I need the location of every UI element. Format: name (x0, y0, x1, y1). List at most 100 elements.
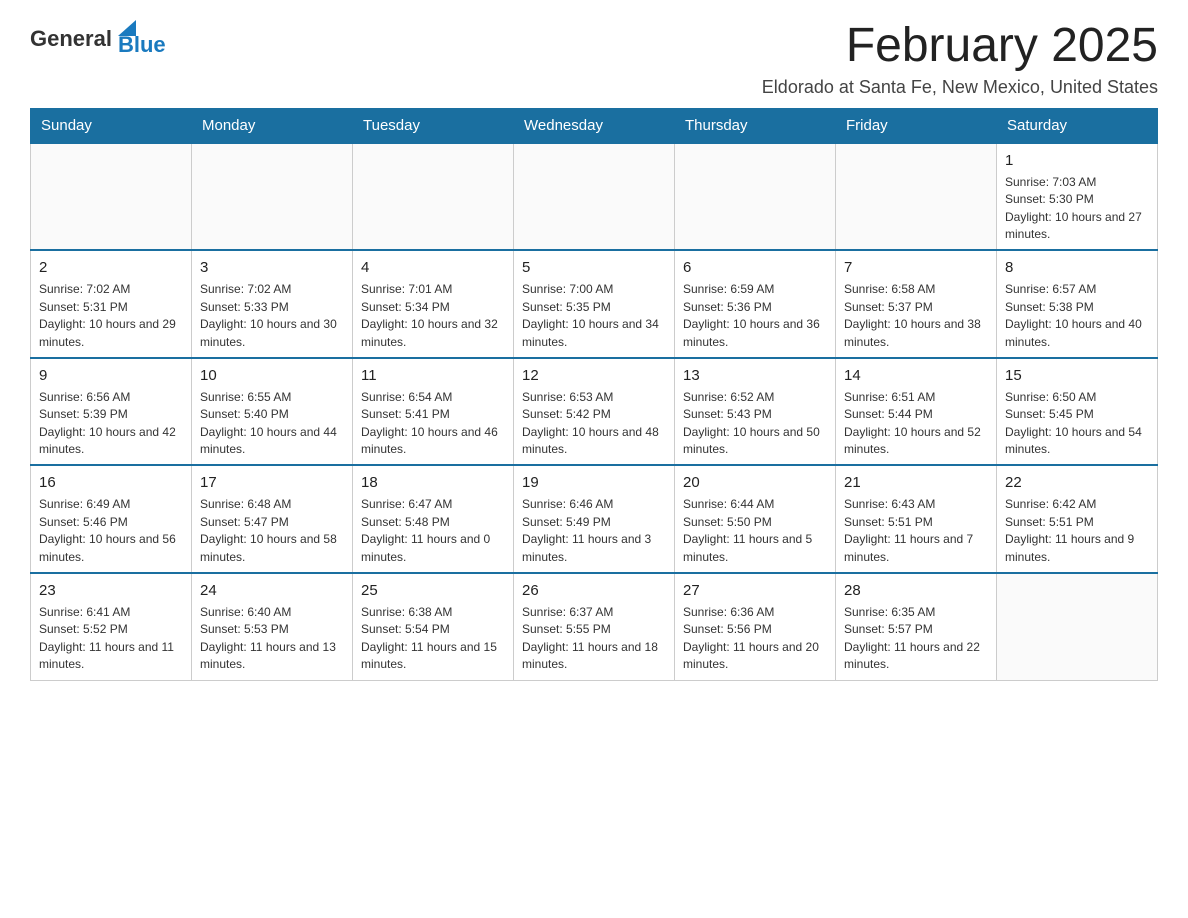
calendar-cell-w1-d5 (675, 143, 836, 251)
week-row-5: 23 Sunrise: 6:41 AMSunset: 5:52 PMDayligh… (31, 573, 1158, 680)
day-info: Sunrise: 6:52 AMSunset: 5:43 PMDaylight:… (683, 389, 827, 459)
day-number: 27 (683, 580, 827, 601)
page-header: General Blue February 2025 Eldorado at S… (30, 20, 1158, 98)
day-number: 1 (1005, 150, 1149, 171)
day-info: Sunrise: 6:42 AMSunset: 5:51 PMDaylight:… (1005, 496, 1149, 566)
col-tuesday: Tuesday (353, 108, 514, 143)
day-info: Sunrise: 6:58 AMSunset: 5:37 PMDaylight:… (844, 281, 988, 351)
week-row-4: 16 Sunrise: 6:49 AMSunset: 5:46 PMDayligh… (31, 465, 1158, 573)
day-info: Sunrise: 6:40 AMSunset: 5:53 PMDaylight:… (200, 604, 344, 674)
day-info: Sunrise: 6:54 AMSunset: 5:41 PMDaylight:… (361, 389, 505, 459)
day-info: Sunrise: 6:49 AMSunset: 5:46 PMDaylight:… (39, 496, 183, 566)
day-number: 24 (200, 580, 344, 601)
day-number: 20 (683, 472, 827, 493)
day-number: 23 (39, 580, 183, 601)
day-info: Sunrise: 7:03 AMSunset: 5:30 PMDaylight:… (1005, 174, 1149, 244)
day-number: 3 (200, 257, 344, 278)
calendar-cell-w1-d6 (836, 143, 997, 251)
day-info: Sunrise: 6:43 AMSunset: 5:51 PMDaylight:… (844, 496, 988, 566)
day-number: 4 (361, 257, 505, 278)
calendar-cell-w3-d5: 13Sunrise: 6:52 AMSunset: 5:43 PMDayligh… (675, 358, 836, 466)
day-info: Sunrise: 6:38 AMSunset: 5:54 PMDaylight:… (361, 604, 505, 674)
day-number: 10 (200, 365, 344, 386)
calendar-cell-w4-d3: 18 Sunrise: 6:47 AMSunset: 5:48 PMDayligh… (353, 465, 514, 573)
day-info: Sunrise: 6:46 AMSunset: 5:49 PMDaylight:… (522, 496, 666, 566)
logo: General Blue (30, 20, 166, 58)
day-number: 5 (522, 257, 666, 278)
col-wednesday: Wednesday (514, 108, 675, 143)
day-number: 15 (1005, 365, 1149, 386)
calendar-cell-w3-d2: 10 Sunrise: 6:55 AMSunset: 5:40 PMDayligh… (192, 358, 353, 466)
day-number: 6 (683, 257, 827, 278)
day-info: Sunrise: 6:53 AMSunset: 5:42 PMDaylight:… (522, 389, 666, 459)
week-row-1: 1 Sunrise: 7:03 AMSunset: 5:30 PMDaylight… (31, 143, 1158, 251)
calendar-cell-w4-d7: 22 Sunrise: 6:42 AMSunset: 5:51 PMDayligh… (997, 465, 1158, 573)
calendar-cell-w1-d1 (31, 143, 192, 251)
calendar-cell-w4-d4: 19 Sunrise: 6:46 AMSunset: 5:49 PMDayligh… (514, 465, 675, 573)
logo-text-blue: Blue (118, 32, 166, 58)
day-info: Sunrise: 6:41 AMSunset: 5:52 PMDaylight:… (39, 604, 183, 674)
day-info: Sunrise: 6:59 AMSunset: 5:36 PMDaylight:… (683, 281, 827, 351)
day-number: 9 (39, 365, 183, 386)
calendar-cell-w5-d5: 27 Sunrise: 6:36 AMSunset: 5:56 PMDayligh… (675, 573, 836, 680)
calendar-cell-w5-d3: 25 Sunrise: 6:38 AMSunset: 5:54 PMDayligh… (353, 573, 514, 680)
logo-text-general: General (30, 26, 112, 52)
col-saturday: Saturday (997, 108, 1158, 143)
day-info: Sunrise: 7:00 AMSunset: 5:35 PMDaylight:… (522, 281, 666, 351)
day-number: 19 (522, 472, 666, 493)
day-info: Sunrise: 7:01 AMSunset: 5:34 PMDaylight:… (361, 281, 505, 351)
day-info: Sunrise: 6:35 AMSunset: 5:57 PMDaylight:… (844, 604, 988, 674)
col-sunday: Sunday (31, 108, 192, 143)
day-info: Sunrise: 6:36 AMSunset: 5:56 PMDaylight:… (683, 604, 827, 674)
calendar-cell-w2-d7: 8 Sunrise: 6:57 AMSunset: 5:38 PMDaylight… (997, 250, 1158, 358)
calendar-cell-w1-d2 (192, 143, 353, 251)
calendar-cell-w3-d4: 12Sunrise: 6:53 AMSunset: 5:42 PMDayligh… (514, 358, 675, 466)
calendar-cell-w4-d5: 20 Sunrise: 6:44 AMSunset: 5:50 PMDayligh… (675, 465, 836, 573)
day-number: 18 (361, 472, 505, 493)
calendar-cell-w2-d3: 4 Sunrise: 7:01 AMSunset: 5:34 PMDaylight… (353, 250, 514, 358)
day-number: 21 (844, 472, 988, 493)
day-number: 25 (361, 580, 505, 601)
calendar-cell-w2-d2: 3 Sunrise: 7:02 AMSunset: 5:33 PMDaylight… (192, 250, 353, 358)
calendar-cell-w5-d2: 24 Sunrise: 6:40 AMSunset: 5:53 PMDayligh… (192, 573, 353, 680)
day-number: 22 (1005, 472, 1149, 493)
day-number: 8 (1005, 257, 1149, 278)
col-friday: Friday (836, 108, 997, 143)
col-monday: Monday (192, 108, 353, 143)
day-number: 14 (844, 365, 988, 386)
calendar-cell-w3-d6: 14 Sunrise: 6:51 AMSunset: 5:44 PMDayligh… (836, 358, 997, 466)
day-number: 16 (39, 472, 183, 493)
calendar-cell-w5-d6: 28 Sunrise: 6:35 AMSunset: 5:57 PMDayligh… (836, 573, 997, 680)
calendar-cell-w3-d1: 9Sunrise: 6:56 AMSunset: 5:39 PMDaylight… (31, 358, 192, 466)
day-info: Sunrise: 6:44 AMSunset: 5:50 PMDaylight:… (683, 496, 827, 566)
calendar-cell-w2-d5: 6 Sunrise: 6:59 AMSunset: 5:36 PMDaylight… (675, 250, 836, 358)
col-thursday: Thursday (675, 108, 836, 143)
calendar-cell-w1-d7: 1 Sunrise: 7:03 AMSunset: 5:30 PMDaylight… (997, 143, 1158, 251)
calendar-cell-w3-d7: 15 Sunrise: 6:50 AMSunset: 5:45 PMDayligh… (997, 358, 1158, 466)
calendar-cell-w4-d2: 17 Sunrise: 6:48 AMSunset: 5:47 PMDayligh… (192, 465, 353, 573)
day-info: Sunrise: 6:48 AMSunset: 5:47 PMDaylight:… (200, 496, 344, 566)
day-number: 28 (844, 580, 988, 601)
day-number: 17 (200, 472, 344, 493)
calendar-cell-w3-d3: 11 Sunrise: 6:54 AMSunset: 5:41 PMDayligh… (353, 358, 514, 466)
week-row-3: 9Sunrise: 6:56 AMSunset: 5:39 PMDaylight… (31, 358, 1158, 466)
location-subtitle: Eldorado at Santa Fe, New Mexico, United… (762, 77, 1158, 98)
day-info: Sunrise: 7:02 AMSunset: 5:33 PMDaylight:… (200, 281, 344, 351)
day-info: Sunrise: 6:55 AMSunset: 5:40 PMDaylight:… (200, 389, 344, 459)
calendar-cell-w5-d7 (997, 573, 1158, 680)
day-number: 11 (361, 365, 505, 386)
day-info: Sunrise: 6:47 AMSunset: 5:48 PMDaylight:… (361, 496, 505, 566)
day-info: Sunrise: 6:57 AMSunset: 5:38 PMDaylight:… (1005, 281, 1149, 351)
day-info: Sunrise: 6:37 AMSunset: 5:55 PMDaylight:… (522, 604, 666, 674)
calendar-cell-w1-d4 (514, 143, 675, 251)
calendar-cell-w2-d6: 7 Sunrise: 6:58 AMSunset: 5:37 PMDaylight… (836, 250, 997, 358)
day-info: Sunrise: 6:50 AMSunset: 5:45 PMDaylight:… (1005, 389, 1149, 459)
calendar-cell-w2-d4: 5 Sunrise: 7:00 AMSunset: 5:35 PMDaylight… (514, 250, 675, 358)
month-title: February 2025 (762, 20, 1158, 73)
title-block: February 2025 Eldorado at Santa Fe, New … (762, 20, 1158, 98)
calendar-cell-w5-d1: 23 Sunrise: 6:41 AMSunset: 5:52 PMDayligh… (31, 573, 192, 680)
day-number: 7 (844, 257, 988, 278)
day-info: Sunrise: 6:51 AMSunset: 5:44 PMDaylight:… (844, 389, 988, 459)
calendar-header-row: Sunday Monday Tuesday Wednesday Thursday… (31, 108, 1158, 143)
calendar-cell-w2-d1: 2Sunrise: 7:02 AMSunset: 5:31 PMDaylight… (31, 250, 192, 358)
